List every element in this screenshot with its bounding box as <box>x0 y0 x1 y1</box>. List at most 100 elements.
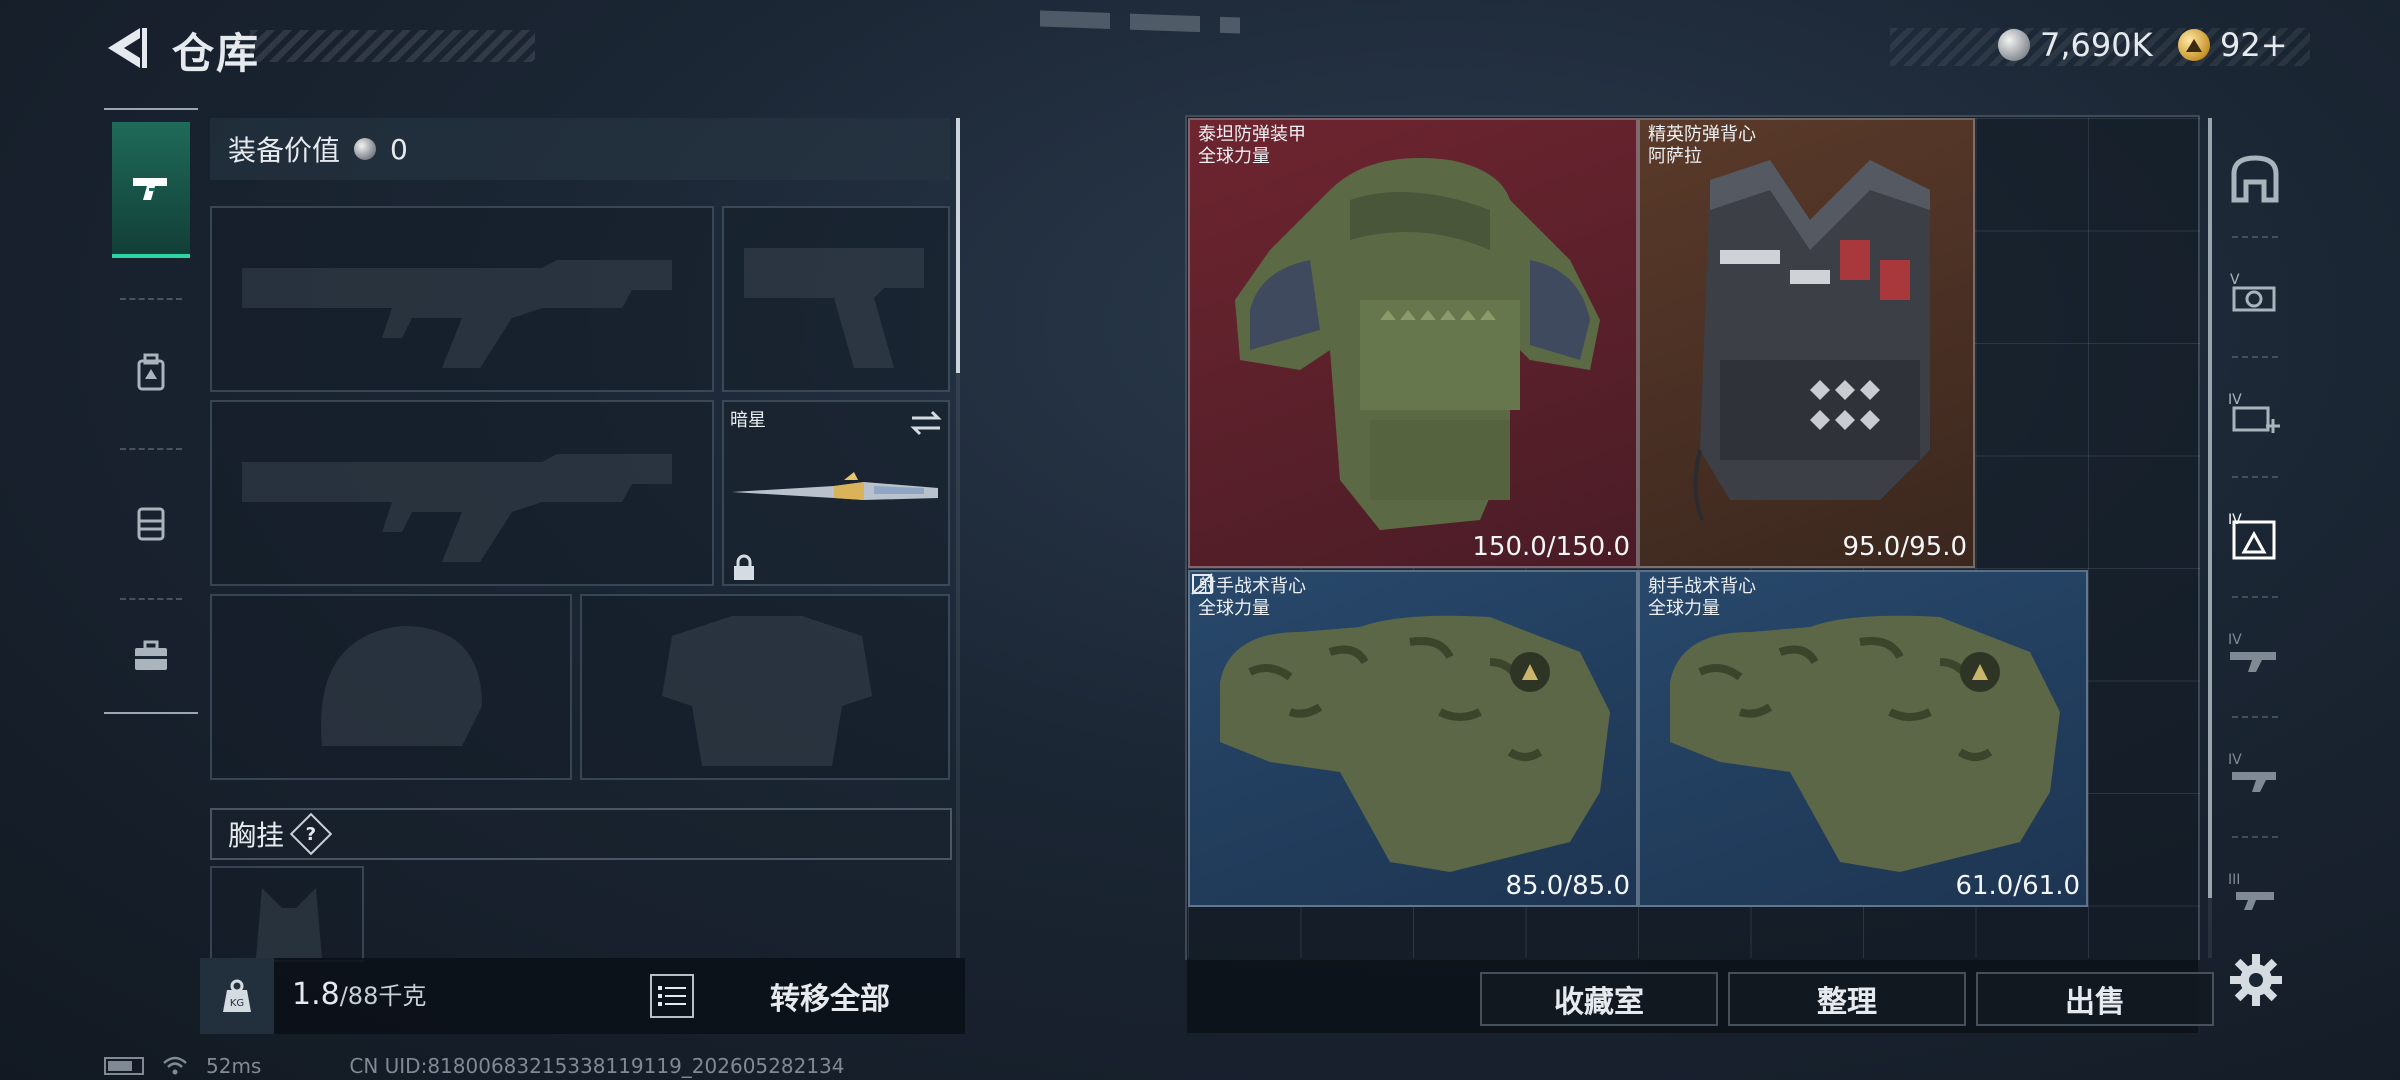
rail-separator <box>120 298 182 300</box>
rail-separator <box>2232 716 2278 718</box>
sort-button[interactable]: 整理 <box>1728 972 1966 1026</box>
filter-tier-iv-rifle[interactable]: IV <box>2220 620 2290 690</box>
equipment-value-bar: 装备价值 0 <box>210 118 950 180</box>
pistol-slot[interactable] <box>722 206 950 392</box>
item-name: 精英防弹背心 阿萨拉 <box>1648 124 1756 168</box>
rail-separator <box>120 448 182 450</box>
rail-tab-weapons[interactable] <box>112 122 190 258</box>
item-origin-line: 阿萨拉 <box>1648 146 1702 167</box>
chest-rig-slot[interactable] <box>210 866 364 962</box>
back-button[interactable] <box>100 22 152 74</box>
item-durability: 61.0/61.0 <box>1955 871 2080 901</box>
no-drop-icon <box>1191 573 1213 595</box>
back-arrow-icon <box>108 28 147 68</box>
camo-vest-icon <box>1670 615 2060 872</box>
svg-text:IV: IV <box>2228 752 2242 768</box>
lock-icon <box>734 554 754 580</box>
sell-button[interactable]: 出售 <box>1976 972 2214 1026</box>
rail-divider <box>104 108 198 110</box>
inventory-bottom-bar: KG 1.8/88千克 转移全部 <box>200 958 965 1034</box>
gold-currency[interactable]: 92+ <box>2178 26 2288 64</box>
filter-tier-iv-armor[interactable]: IV <box>2220 500 2290 570</box>
rail-separator <box>2232 596 2278 598</box>
chest-rig-silhouette-icon <box>256 888 322 958</box>
rail-separator <box>2232 236 2278 238</box>
filter-tier-iv-medkit[interactable]: IV <box>2220 380 2290 450</box>
filter-tier-iv-smg[interactable]: IV <box>2220 740 2290 810</box>
gear-icon <box>2230 954 2282 1006</box>
help-button[interactable]: ? <box>289 812 333 856</box>
heavy-armor-icon <box>1235 158 1600 530</box>
rifle-silhouette-icon <box>242 260 672 368</box>
equipment-panel: 装备价值 0 暗星 胸挂 ? <box>200 108 965 1038</box>
rail-divider <box>104 712 198 714</box>
help-icon: ? <box>305 823 317 845</box>
equipment-value-label: 装备价值 <box>228 134 341 167</box>
item-name: 射手战术背心 全球力量 <box>1648 576 1756 620</box>
uid-readout: CN UID:8180068321533811911​9_20260528213… <box>349 1054 845 1078</box>
filter-tier-v-scope[interactable]: V <box>2220 260 2290 330</box>
item-durability: 95.0/95.0 <box>1842 532 1967 562</box>
helmet-slot[interactable] <box>210 594 572 780</box>
chest-rig-section-header: 胸挂 ? <box>210 808 952 860</box>
weight-icon: KG <box>223 979 251 1012</box>
storage-item-elite-vest[interactable]: 精英防弹背心 阿萨拉 95.0/95.0 <box>1638 118 1975 568</box>
primary-weapon-slot[interactable] <box>210 206 714 392</box>
equipment-value: 0 <box>390 132 408 166</box>
backpack-icon <box>137 353 165 391</box>
item-origin-line: 全球力量 <box>1198 598 1270 619</box>
weight-max: /88千克 <box>339 982 427 1010</box>
chest-rig-label: 胸挂 <box>228 819 285 852</box>
weight-indicator: KG <box>200 958 274 1034</box>
camo-vest-icon <box>1220 615 1610 872</box>
storage-item-tactical-vest-1[interactable]: 射手战术背心 全球力量 85.0/85.0 <box>1188 570 1638 907</box>
collection-room-button[interactable]: 收藏室 <box>1480 972 1718 1026</box>
transfer-all-button[interactable]: 转移全部 <box>710 958 950 1034</box>
elite-vest-icon <box>1693 160 1930 521</box>
armor-silhouette-icon <box>662 616 872 766</box>
silver-currency[interactable]: 7,690K <box>1998 26 2153 64</box>
rail-tab-case[interactable] <box>112 606 190 706</box>
item-name: 射手战术背心 全球力量 <box>1198 576 1306 620</box>
svg-text:III: III <box>2228 872 2240 888</box>
svg-text:KG: KG <box>230 998 244 1009</box>
storage-item-tactical-vest-2[interactable]: 射手战术背心 全球力量 61.0/61.0 <box>1638 570 2088 907</box>
gold-amount: 92+ <box>2220 26 2288 64</box>
left-category-rail <box>104 108 198 714</box>
title-decoration <box>250 30 535 62</box>
body-armor-slot[interactable] <box>580 594 950 780</box>
pistol-silhouette-icon <box>744 248 924 368</box>
panel-scrollbar-thumb[interactable] <box>956 118 960 373</box>
rail-tab-backpack[interactable] <box>112 308 190 438</box>
rail-separator <box>2232 836 2278 838</box>
storage-scrollbar-thumb[interactable] <box>2208 118 2212 898</box>
rail-tab-vest[interactable] <box>112 458 190 588</box>
briefcase-icon <box>135 640 167 670</box>
settings-button[interactable] <box>2228 952 2284 1008</box>
item-name-line: 精英防弹背心 <box>1648 124 1756 145</box>
secondary-weapon-slot[interactable] <box>210 400 714 586</box>
scope-icon: V <box>2230 272 2276 312</box>
item-name: 泰坦防弹装甲 全球力量 <box>1198 124 1306 168</box>
smg-filter-icon: IV <box>2228 752 2276 792</box>
silver-coin-icon <box>1998 29 2030 61</box>
filter-all[interactable] <box>2220 144 2290 214</box>
gun-filter-icon: III <box>2228 872 2274 910</box>
knife-icon <box>732 472 938 500</box>
storage-item-titan-armor[interactable]: 泰坦防弹装甲 全球力量 150.0/150.0 <box>1188 118 1638 568</box>
melee-slot[interactable]: 暗星 <box>722 400 950 586</box>
ping-readout: 52ms <box>206 1054 262 1078</box>
weight-current: 1.8 <box>292 977 340 1012</box>
wifi-icon <box>163 1056 187 1075</box>
battery-icon <box>104 1057 144 1075</box>
background-road-marking <box>1040 10 1240 34</box>
helmet-silhouette-icon <box>321 626 482 746</box>
rifle-filter-icon: IV <box>2228 632 2276 672</box>
filter-tier-iii-gun[interactable]: III <box>2220 860 2290 930</box>
rail-separator <box>2232 356 2278 358</box>
svg-text:V: V <box>2230 272 2240 288</box>
all-items-icon <box>2231 155 2279 203</box>
list-view-button[interactable] <box>650 974 694 1018</box>
rail-separator <box>2232 476 2278 478</box>
weight-readout: 1.8/88千克 <box>292 976 426 1012</box>
